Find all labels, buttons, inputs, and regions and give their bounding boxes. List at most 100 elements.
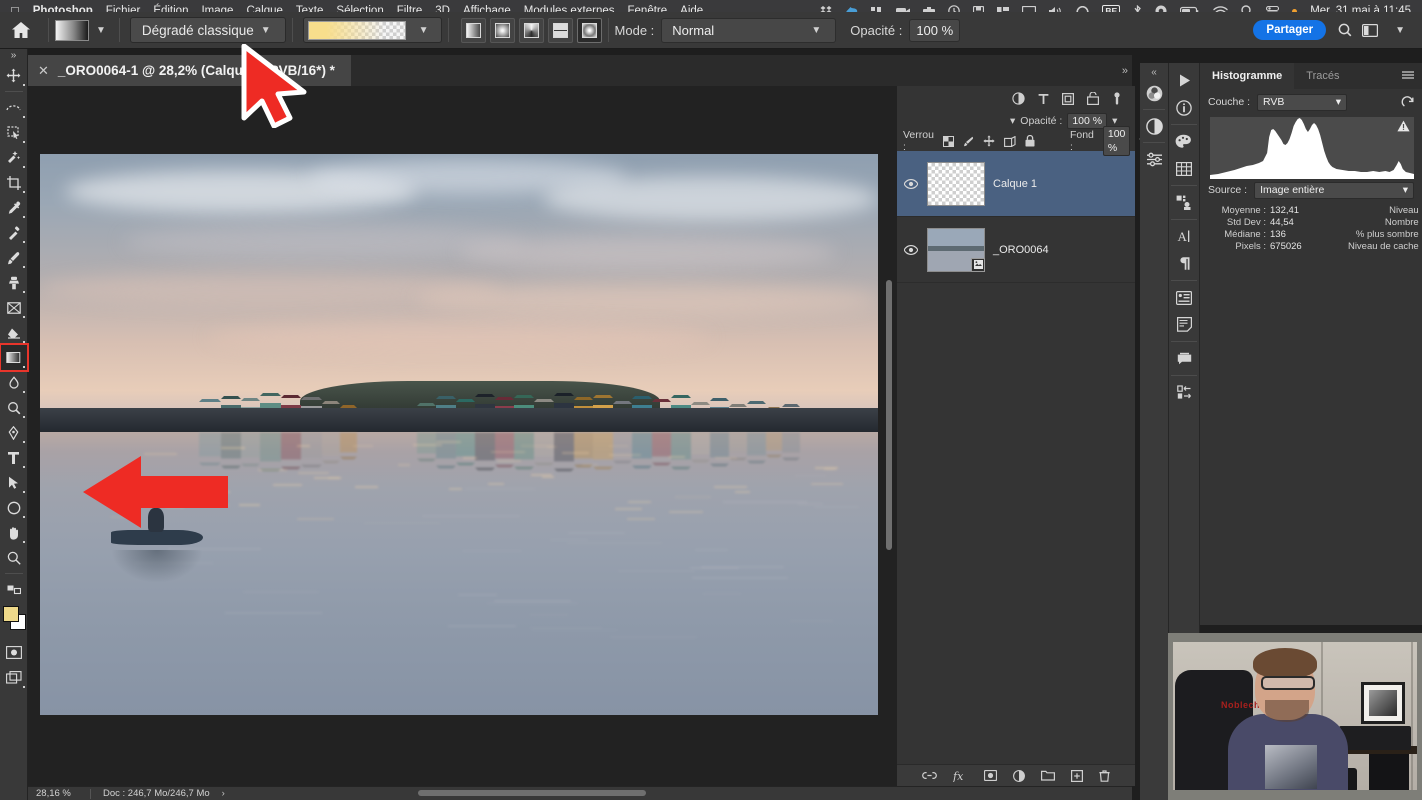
opacity-input[interactable]: 100 % — [909, 19, 960, 42]
gradient-swatch-chevron-down-icon[interactable]: ▼ — [96, 25, 106, 36]
source-select[interactable]: Image entière ▾ — [1254, 182, 1414, 199]
layer-thumbnail-photo[interactable] — [927, 228, 985, 272]
blend-mode-select[interactable]: Normal ▼ — [661, 18, 836, 43]
marquee-tool[interactable] — [1, 95, 27, 120]
lock-all-icon[interactable] — [1025, 135, 1035, 147]
filter-smart-icon[interactable] — [1087, 92, 1099, 105]
layer-row-oro0064[interactable]: _ORO0064 — [897, 217, 1135, 283]
history-brush-tool[interactable] — [1, 295, 27, 320]
character-icon[interactable]: A — [1169, 223, 1199, 250]
collapse-panels-icon[interactable]: « — [1151, 67, 1157, 80]
linear-gradient-button[interactable] — [461, 18, 486, 43]
gradient-preset-dropdown[interactable]: Dégradé classique ▼ — [130, 17, 286, 43]
cached-data-warning-icon[interactable] — [1397, 120, 1410, 132]
new-layer-icon[interactable] — [1071, 770, 1083, 782]
crop-tool[interactable] — [1, 170, 27, 195]
eraser-tool[interactable] — [1, 320, 27, 345]
clone-stamp-tool[interactable] — [1, 270, 27, 295]
delete-layer-icon[interactable] — [1099, 770, 1110, 782]
filter-shape-icon[interactable] — [1062, 93, 1074, 105]
comments-icon[interactable] — [1169, 345, 1199, 372]
layer-name[interactable]: _ORO0064 — [993, 244, 1049, 256]
angle-gradient-button[interactable] — [519, 18, 544, 43]
diamond-gradient-button[interactable] — [577, 18, 602, 43]
libraries-icon[interactable] — [1169, 284, 1199, 311]
add-mask-icon[interactable] — [984, 770, 997, 781]
swatches-grid-icon[interactable] — [1169, 155, 1199, 182]
filter-type-icon[interactable] — [1038, 93, 1049, 105]
healing-brush-tool[interactable] — [1, 220, 27, 245]
pen-tool[interactable] — [1, 420, 27, 445]
filter-toggle-icon[interactable] — [1112, 92, 1122, 105]
edit-toolbar-more-icon[interactable] — [1, 577, 27, 602]
lock-position-icon[interactable] — [983, 135, 995, 147]
histogram-graph[interactable] — [1210, 117, 1414, 179]
color-palette-icon[interactable] — [1169, 128, 1199, 155]
shape-tool[interactable] — [1, 495, 27, 520]
chevron-down-icon[interactable]: ▼ — [1395, 25, 1405, 36]
gradient-tool[interactable] — [1, 345, 27, 370]
home-button[interactable] — [0, 21, 42, 39]
type-tool[interactable] — [1, 445, 27, 470]
close-icon[interactable]: ✕ — [38, 63, 49, 79]
brush-tool[interactable] — [1, 245, 27, 270]
dodge-tool[interactable] — [1, 395, 27, 420]
info-icon[interactable] — [1169, 94, 1199, 121]
link-layers-icon[interactable] — [922, 771, 937, 780]
color-chips[interactable] — [1, 604, 27, 634]
radial-gradient-button[interactable] — [490, 18, 515, 43]
adjustment-layer-icon[interactable] — [1013, 770, 1025, 782]
search-icon[interactable] — [1338, 23, 1352, 37]
gradient-editor-button[interactable]: ▼ — [303, 17, 442, 43]
discover-play-icon[interactable] — [1169, 67, 1199, 94]
chevron-down-icon[interactable]: ▼ — [419, 25, 429, 36]
gradient-swatch-preview[interactable] — [55, 20, 89, 41]
quick-selection-tool[interactable] — [1, 145, 27, 170]
actions-icon[interactable] — [1169, 379, 1199, 406]
hand-tool[interactable] — [1, 520, 27, 545]
layer-thumbnail-transparent[interactable] — [927, 162, 985, 206]
status-expand-icon[interactable]: › — [210, 788, 225, 799]
screen-mode-icon[interactable] — [1, 665, 27, 690]
tab-traces[interactable]: Tracés — [1294, 63, 1351, 89]
panel-menu-icon[interactable] — [1402, 71, 1422, 81]
tab-histogramme[interactable]: Histogramme — [1200, 63, 1294, 89]
layer-visibility-toggle[interactable] — [903, 245, 919, 255]
canvas-horizontal-scrollbar[interactable] — [418, 790, 646, 796]
layer-fill-input[interactable]: 100 % — [1103, 126, 1131, 156]
chevron-down-icon[interactable]: ▾ — [1010, 115, 1015, 127]
canvas-vertical-scrollbar[interactable] — [886, 280, 892, 550]
move-tool[interactable] — [1, 63, 27, 88]
adjustments-half-circle-icon[interactable] — [1141, 113, 1167, 139]
status-doc-size[interactable]: Doc : 246,7 Mo/246,7 Mo — [91, 788, 210, 799]
lock-image-icon[interactable] — [963, 136, 974, 147]
lasso-tool[interactable] — [1, 120, 27, 145]
zoom-tool[interactable] — [1, 545, 27, 570]
workspace-icon[interactable] — [1362, 24, 1378, 37]
layer-name[interactable]: Calque 1 — [993, 178, 1037, 190]
new-group-icon[interactable] — [1041, 770, 1055, 781]
status-zoom-level[interactable]: 28,16 % — [28, 788, 90, 799]
expand-panel-icon[interactable]: » — [11, 49, 17, 63]
share-button[interactable]: Partager — [1253, 20, 1326, 40]
eyedropper-tool[interactable] — [1, 195, 27, 220]
layer-opacity-input[interactable]: 100 % — [1067, 113, 1107, 129]
refresh-icon[interactable] — [1401, 96, 1414, 109]
adjustments-icon[interactable] — [1169, 189, 1199, 216]
notes-icon[interactable] — [1169, 311, 1199, 338]
blur-tool[interactable] — [1, 370, 27, 395]
layer-visibility-toggle[interactable] — [903, 179, 919, 189]
paragraph-icon[interactable] — [1169, 250, 1199, 277]
foreground-color-chip[interactable] — [3, 606, 19, 622]
quick-mask-icon[interactable] — [1, 640, 27, 665]
path-selection-tool[interactable] — [1, 470, 27, 495]
lock-transparent-icon[interactable] — [943, 136, 954, 147]
properties-sliders-icon[interactable] — [1141, 146, 1167, 172]
reflected-gradient-button[interactable] — [548, 18, 573, 43]
lock-artboard-icon[interactable] — [1004, 136, 1016, 147]
filter-pixels-icon[interactable] — [1012, 92, 1025, 105]
layer-row-calque-1[interactable]: Calque 1 — [897, 151, 1135, 217]
document-canvas[interactable] — [40, 154, 878, 715]
layer-style-fx-icon[interactable]: fx — [953, 770, 968, 782]
color-wheel-icon[interactable] — [1141, 80, 1167, 106]
